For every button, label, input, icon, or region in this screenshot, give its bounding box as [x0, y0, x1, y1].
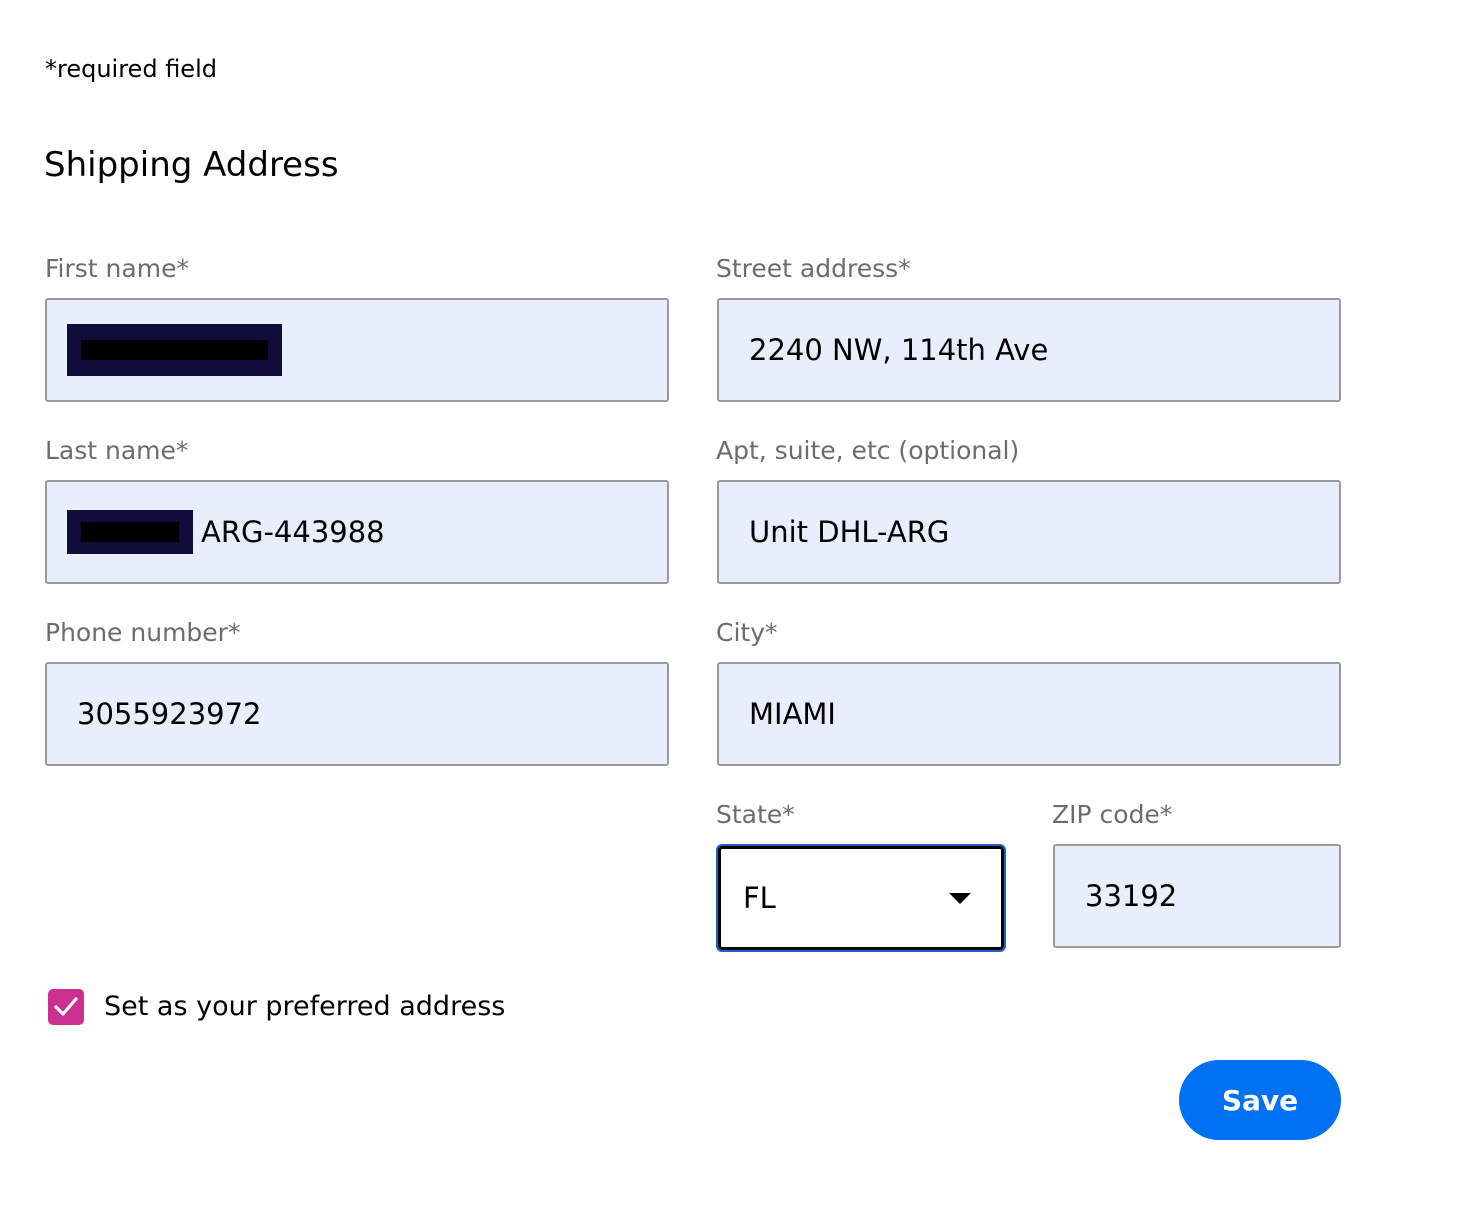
city-field[interactable]: MIAMI — [717, 662, 1341, 766]
section-title: Shipping Address — [44, 145, 339, 185]
checkmark-icon — [54, 997, 78, 1016]
state-select[interactable]: FL — [716, 844, 1006, 952]
city-label: City* — [716, 618, 778, 647]
apt-suite-value: Unit DHL-ARG — [749, 515, 950, 549]
redacted-block — [67, 510, 193, 554]
save-button[interactable]: Save — [1179, 1060, 1341, 1140]
preferred-address-checkbox[interactable] — [48, 989, 84, 1025]
phone-number-field[interactable]: 3055923972 — [45, 662, 669, 766]
required-field-note: *required field — [45, 55, 217, 83]
phone-number-value: 3055923972 — [77, 697, 262, 731]
apt-suite-field[interactable]: Unit DHL-ARG — [717, 480, 1341, 584]
first-name-field[interactable] — [45, 298, 669, 402]
street-address-value: 2240 NW, 114th Ave — [749, 333, 1049, 367]
zip-code-label: ZIP code* — [1052, 800, 1173, 829]
street-address-field[interactable]: 2240 NW, 114th Ave — [717, 298, 1341, 402]
state-value: FL — [743, 881, 776, 915]
apt-suite-label: Apt, suite, etc (optional) — [716, 436, 1020, 465]
state-label: State* — [716, 800, 795, 829]
zip-code-value: 33192 — [1085, 879, 1178, 913]
first-name-label: First name* — [45, 254, 189, 283]
caret-down-icon — [949, 892, 971, 904]
street-address-label: Street address* — [716, 254, 911, 283]
shipping-address-form: *required field Shipping Address First n… — [0, 0, 1472, 1218]
preferred-address-label[interactable]: Set as your preferred address — [104, 988, 505, 1026]
last-name-label: Last name* — [45, 436, 189, 465]
last-name-field[interactable]: ARG-443988 — [45, 480, 669, 584]
phone-number-label: Phone number* — [45, 618, 241, 647]
redacted-block — [67, 324, 282, 376]
city-value: MIAMI — [749, 697, 836, 731]
last-name-value: ARG-443988 — [201, 515, 385, 549]
zip-code-field[interactable]: 33192 — [1053, 844, 1341, 948]
